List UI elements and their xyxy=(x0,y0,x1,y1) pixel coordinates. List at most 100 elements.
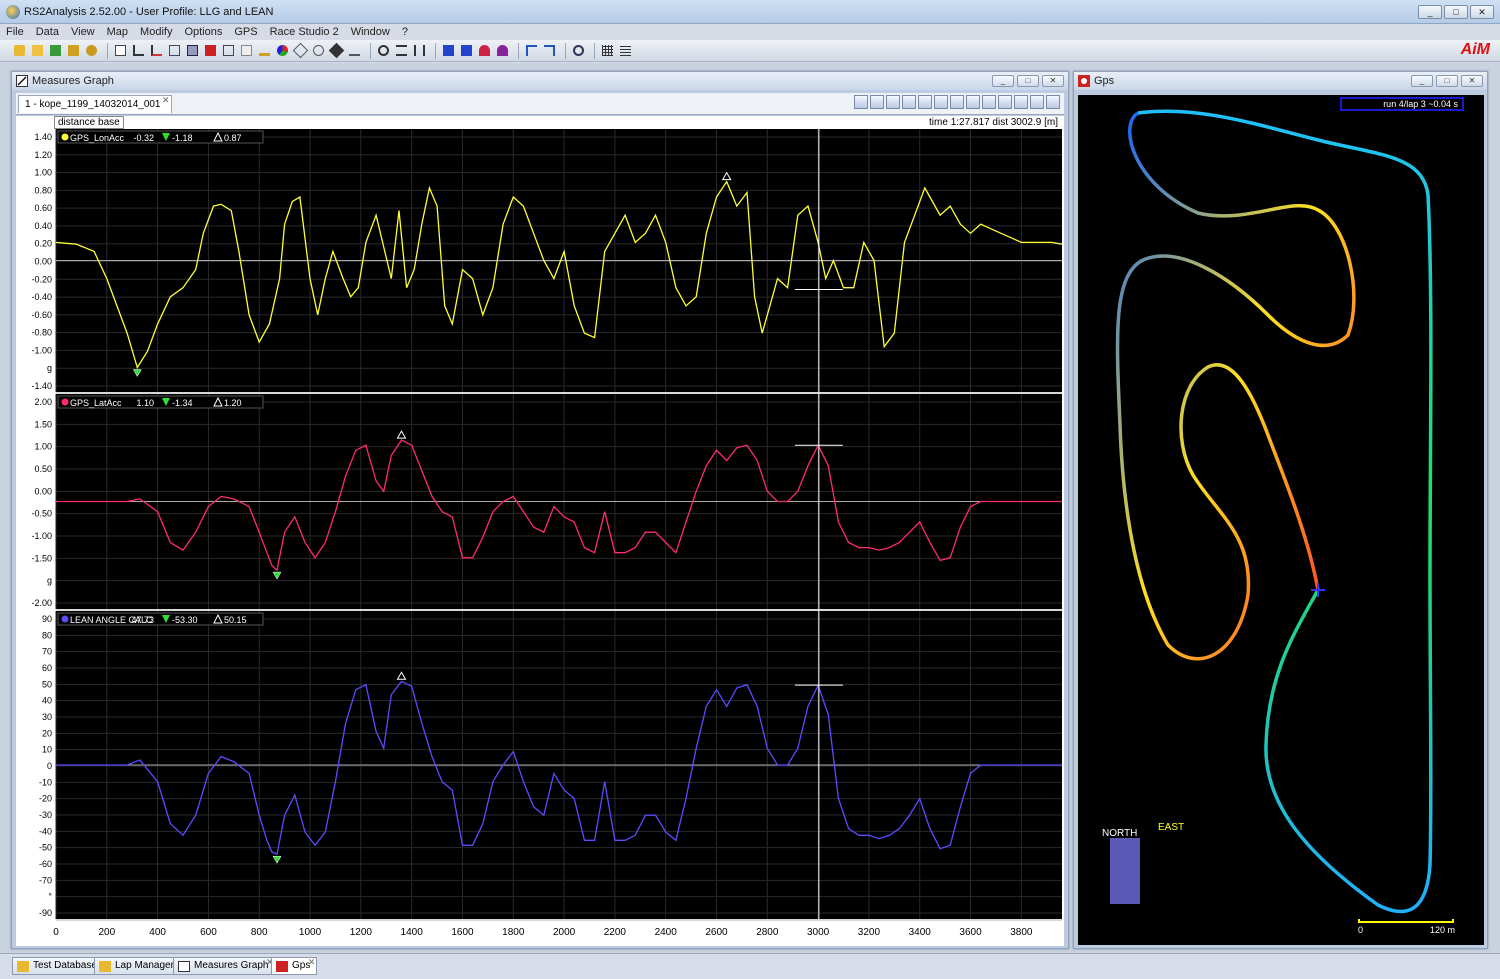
x-tick-label: 0 xyxy=(53,927,59,938)
window-taskbar: Test Database Lap Manager Measures Graph… xyxy=(0,953,1500,979)
clock-icon[interactable] xyxy=(934,95,948,109)
main-toolbar: AiM xyxy=(0,40,1500,62)
pen-icon[interactable] xyxy=(347,43,362,58)
map-icon[interactable] xyxy=(292,42,309,59)
open-icon[interactable] xyxy=(12,43,27,58)
measures-plot[interactable]: 1.40 1.20 1.00 0.80 0.60 0.40 0.20 0.00 -0.20 -0.… xyxy=(16,129,1064,946)
menu-map[interactable]: Map xyxy=(107,26,128,38)
scatter-icon[interactable] xyxy=(167,43,182,58)
gps-restore-button[interactable]: □ xyxy=(1436,75,1458,87)
channel-min: -53.30 xyxy=(172,615,198,625)
measures-close-button[interactable]: ✕ xyxy=(1042,75,1064,87)
zoom-fit-icon[interactable] xyxy=(886,95,900,109)
window-blue-icon[interactable] xyxy=(459,43,474,58)
measures-minimize-button[interactable]: _ xyxy=(992,75,1014,87)
window-red-icon[interactable] xyxy=(477,43,492,58)
chart-bar-icon[interactable] xyxy=(149,43,164,58)
gps-minimize-button[interactable]: _ xyxy=(1411,75,1433,87)
scale-icon[interactable] xyxy=(950,95,964,109)
task-close-icon[interactable]: ✕ xyxy=(308,957,316,968)
tab-session[interactable]: 1 - kope_1199_14032014_001 ✕ xyxy=(18,95,172,113)
menu-data[interactable]: Data xyxy=(36,26,59,38)
distance-base-label[interactable]: distance base xyxy=(54,116,124,129)
layout-window-icon[interactable] xyxy=(1014,95,1028,109)
wrench-icon[interactable] xyxy=(1046,95,1060,109)
report-icon[interactable] xyxy=(221,43,236,58)
y-tick-label: -70 xyxy=(39,875,52,885)
y-tick-label: 1.50 xyxy=(34,419,52,429)
clock-icon[interactable] xyxy=(376,43,391,58)
layout-l-icon[interactable] xyxy=(998,95,1012,109)
task-measures-graph[interactable]: Measures Graph ✕ xyxy=(173,957,276,975)
arrow-tool-icon[interactable] xyxy=(542,43,557,58)
y-tick-label: -0.40 xyxy=(31,292,52,302)
graph-tools xyxy=(854,95,1060,109)
minimize-button[interactable]: _ xyxy=(1418,5,1442,19)
gps-map[interactable]: run 4/lap 3 ~0.04 s NORTH EAST 0 120 m xyxy=(1078,95,1484,945)
tag-icon[interactable] xyxy=(328,42,345,59)
export-icon[interactable] xyxy=(66,43,81,58)
menu-file[interactable]: File xyxy=(6,26,24,38)
folder-icon[interactable] xyxy=(30,43,45,58)
measures-title-bar[interactable]: Measures Graph _ □ ✕ xyxy=(12,72,1068,90)
zoom-icon[interactable] xyxy=(571,43,586,58)
y-tick-label: 1.40 xyxy=(34,132,52,142)
menu-view[interactable]: View xyxy=(71,26,95,38)
y-tick-label: 0.50 xyxy=(34,464,52,474)
window-purple-icon[interactable] xyxy=(495,43,510,58)
y-tick-label: 0.60 xyxy=(34,203,52,213)
histogram-icon[interactable] xyxy=(257,43,272,58)
gps-close-button[interactable]: ✕ xyxy=(1461,75,1483,87)
tools-icon[interactable] xyxy=(311,43,326,58)
y-tick-label: g xyxy=(47,576,52,586)
key-icon[interactable] xyxy=(84,43,99,58)
grid-icon[interactable] xyxy=(600,43,615,58)
layout-list-icon[interactable] xyxy=(1030,95,1044,109)
channel-max: 50.15 xyxy=(224,615,247,625)
gps-title-bar[interactable]: Gps _ □ ✕ xyxy=(1074,72,1487,90)
menu-gps[interactable]: GPS xyxy=(234,26,257,38)
graph-icon[interactable] xyxy=(113,43,128,58)
tab-close-icon[interactable]: ✕ xyxy=(162,95,170,106)
title-bar: RS2Analysis 2.52.00 - User Profile: LLG … xyxy=(0,0,1500,24)
zoom-in-icon[interactable] xyxy=(854,95,868,109)
compare-icon[interactable] xyxy=(412,43,427,58)
split-icon[interactable] xyxy=(394,43,409,58)
compass-track-preview xyxy=(1110,838,1140,904)
menu-help[interactable]: ? xyxy=(402,26,408,38)
task-gps[interactable]: Gps ✕ xyxy=(271,957,318,975)
overlay-icon[interactable] xyxy=(185,43,200,58)
window-blue-icon[interactable] xyxy=(441,43,456,58)
task-test-database[interactable]: Test Database xyxy=(12,957,104,975)
zoom-y-icon[interactable] xyxy=(918,95,932,109)
run-lap-label[interactable]: run 4/lap 3 ~0.04 s xyxy=(1340,97,1464,111)
table-icon[interactable] xyxy=(239,43,254,58)
close-button[interactable]: ✕ xyxy=(1470,5,1494,19)
channel-icon[interactable] xyxy=(203,43,218,58)
pie-icon[interactable] xyxy=(275,43,290,58)
menu-window[interactable]: Window xyxy=(351,26,390,38)
menu-race-studio[interactable]: Race Studio 2 xyxy=(270,26,339,38)
cursor-icon[interactable] xyxy=(966,95,980,109)
marker-icon[interactable] xyxy=(982,95,996,109)
zoom-x-icon[interactable] xyxy=(902,95,916,109)
y-tick-label: 0.80 xyxy=(34,185,52,195)
measures-graph-window: Measures Graph _ □ ✕ 1 - kope_1199_14032… xyxy=(11,71,1069,949)
restore-button[interactable]: □ xyxy=(1444,5,1468,19)
task-lap-manager[interactable]: Lap Manager xyxy=(94,957,181,975)
track-segment xyxy=(1115,111,1356,661)
toolbar-separator xyxy=(370,42,371,59)
measures-chart[interactable]: 1.40 1.20 1.00 0.80 0.60 0.40 0.20 0.00 -0.20 -0.… xyxy=(16,129,1064,946)
y-tick-label: 80 xyxy=(42,630,52,640)
track-map[interactable] xyxy=(1078,95,1484,945)
chart-line-icon[interactable] xyxy=(131,43,146,58)
download-icon[interactable] xyxy=(48,43,63,58)
measures-restore-button[interactable]: □ xyxy=(1017,75,1039,87)
y-tick-label: -30 xyxy=(39,810,52,820)
arrow-tool-icon[interactable] xyxy=(524,43,539,58)
lap-manager-icon xyxy=(99,961,111,972)
zoom-out-icon[interactable] xyxy=(870,95,884,109)
menu-modify[interactable]: Modify xyxy=(140,26,172,38)
menu-options[interactable]: Options xyxy=(184,26,222,38)
list-icon[interactable] xyxy=(618,43,633,58)
